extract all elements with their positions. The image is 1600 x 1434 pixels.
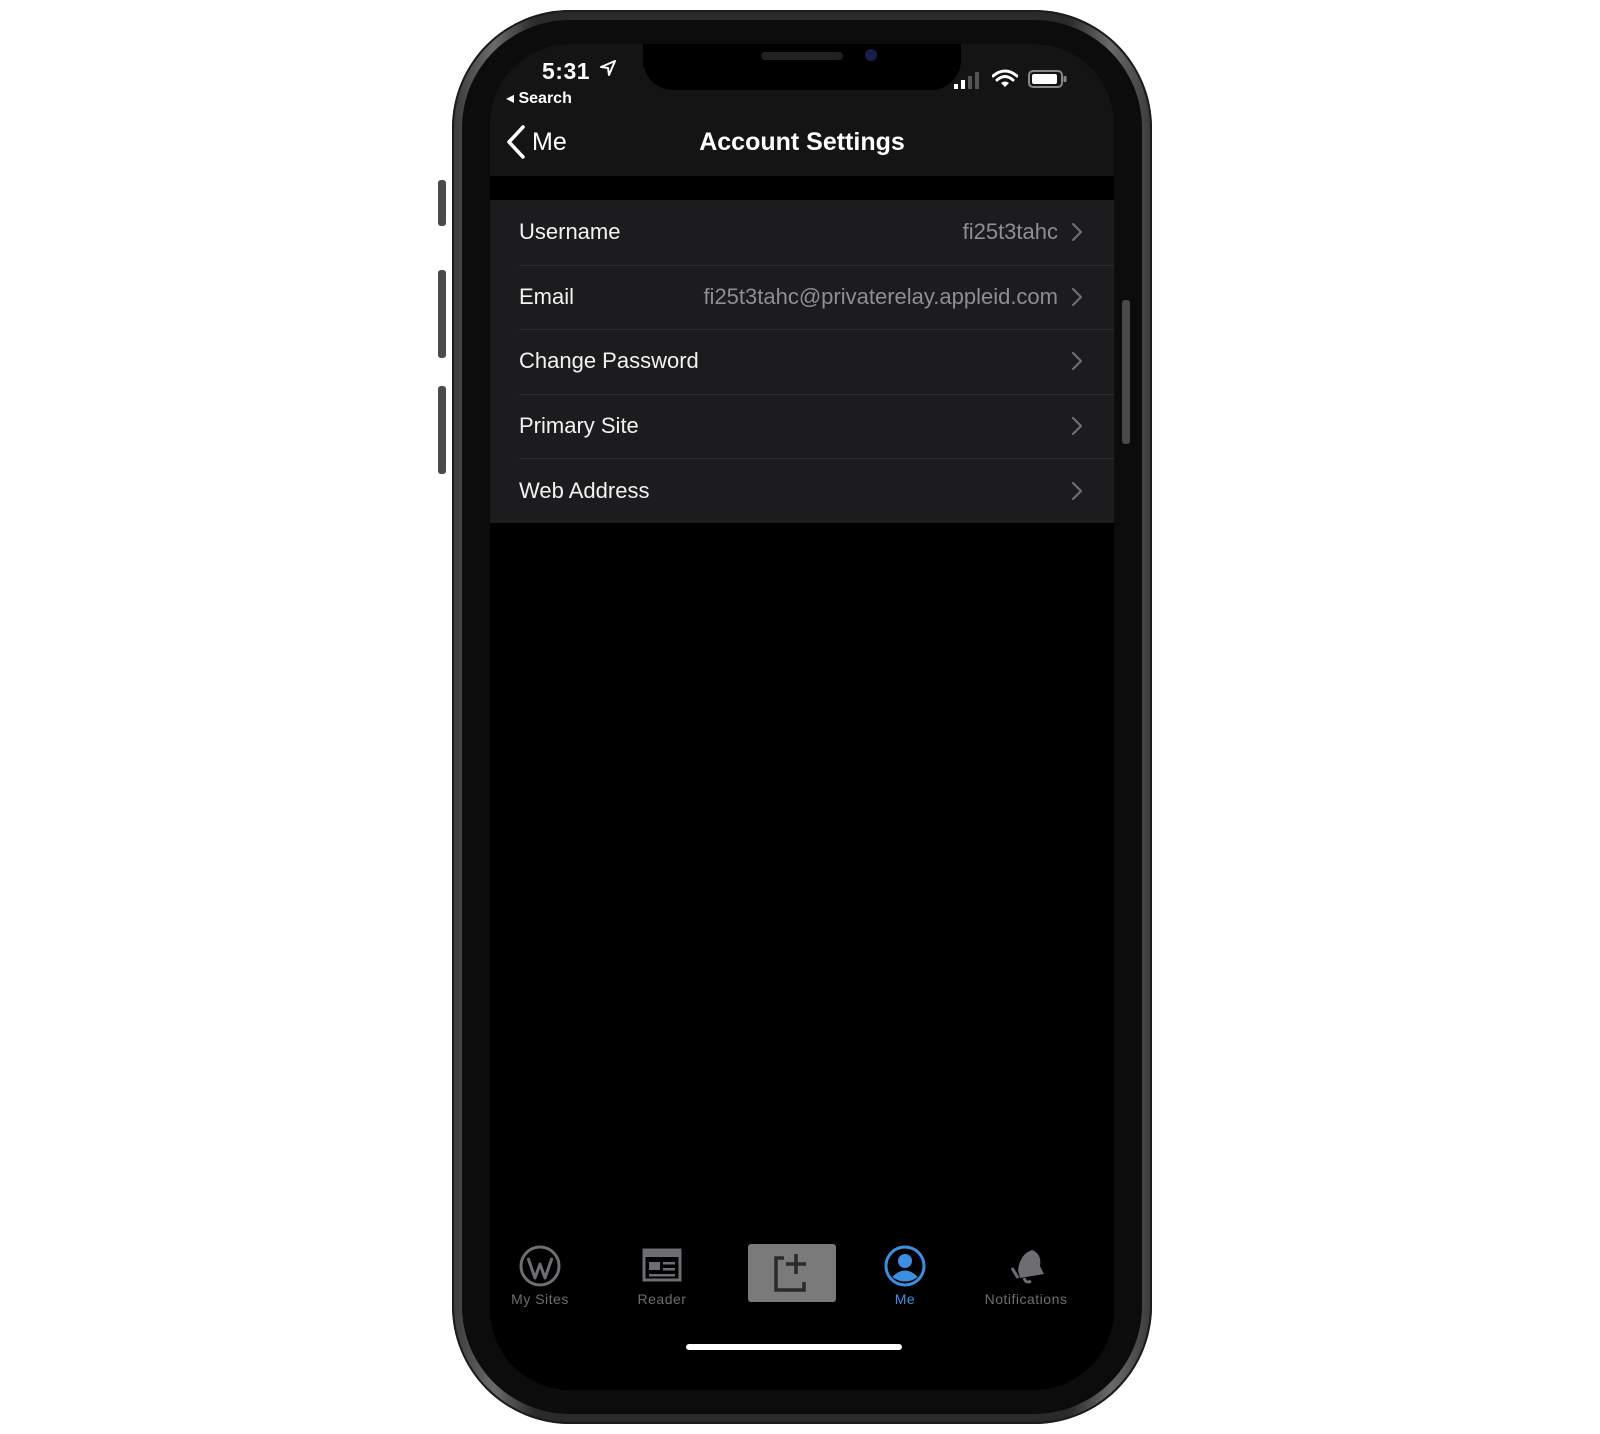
user-icon [884, 1245, 926, 1287]
row-label: Primary Site [519, 413, 639, 439]
navigation-header: 5:31 ◂ Search Me Account Settings [490, 44, 1114, 176]
power-button [1122, 300, 1130, 444]
settings-row-web-address[interactable]: Web Address [490, 458, 1114, 523]
status-time: 5:31 [542, 58, 591, 84]
chevron-right-icon [1071, 416, 1083, 436]
new-post-button[interactable] [748, 1244, 836, 1302]
tab-label: My Sites [511, 1291, 569, 1307]
chevron-right-icon [1071, 287, 1083, 306]
settings-row-email[interactable]: Email fi25t3tahc@privaterelay.appleid.co… [490, 264, 1114, 330]
tab-bar: My Sites Reader Me Notifications [490, 1234, 1114, 1324]
tab-label: Me [894, 1291, 916, 1307]
notch [643, 44, 961, 90]
wifi-icon [992, 69, 1018, 87]
settings-row-change-password[interactable]: Change Password [490, 329, 1114, 394]
row-label: Username [519, 219, 621, 245]
tab-reader[interactable]: Reader [602, 1234, 722, 1324]
signal-icon [954, 72, 979, 89]
location-arrow-icon [600, 60, 616, 76]
new-post-icon [774, 1254, 806, 1292]
row-label: Web Address [519, 477, 650, 503]
row-label: Change Password [519, 348, 699, 374]
volume-down-button [438, 386, 446, 474]
chevron-right-icon [1071, 481, 1083, 500]
chevron-right-icon [1071, 352, 1083, 371]
wordpress-icon [519, 1245, 561, 1287]
row-value: fi25t3tahc@privaterelay.appleid.com [703, 283, 1058, 309]
settings-row-primary-site[interactable]: Primary Site [490, 393, 1114, 459]
home-indicator[interactable] [686, 1344, 902, 1350]
tab-label: Reader [637, 1291, 687, 1307]
tab-notifications[interactable]: Notifications [966, 1234, 1086, 1324]
volume-up-button [438, 270, 446, 358]
back-to-app-link[interactable]: ◂ Search [506, 88, 572, 108]
reader-icon [642, 1248, 682, 1282]
settings-row-username[interactable]: Username fi25t3tahc [490, 200, 1114, 265]
speaker [761, 52, 843, 60]
row-label: Email [519, 283, 575, 309]
tab-me[interactable]: Me [845, 1234, 965, 1324]
account-settings-list: Username fi25t3tahc Email fi25t3tahc@pri… [490, 200, 1114, 523]
screen: 5:31 ◂ Search Me Account Settings Userna… [490, 44, 1114, 1390]
tab-my-sites[interactable]: My Sites [490, 1234, 600, 1324]
battery-icon [1028, 70, 1067, 88]
page-title: Account Settings [699, 128, 905, 156]
bell-icon [1010, 1250, 1044, 1284]
front-camera [865, 49, 877, 61]
mute-switch [438, 180, 446, 226]
row-value: fi25t3tahc [962, 219, 1058, 245]
chevron-right-icon [1071, 223, 1083, 242]
stage: 5:31 ◂ Search Me Account Settings Userna… [0, 0, 1600, 1434]
status-icons [954, 68, 1074, 90]
tab-label: Notifications [984, 1291, 1068, 1307]
